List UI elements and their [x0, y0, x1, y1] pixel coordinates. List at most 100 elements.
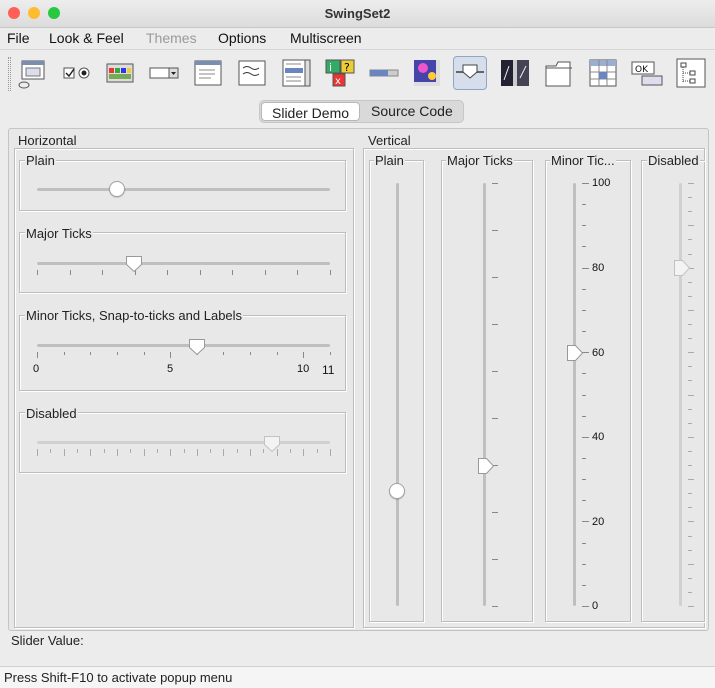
tick-mark — [688, 380, 692, 382]
tick-mark — [688, 606, 694, 607]
list-icon — [282, 59, 311, 87]
h-major-thumb[interactable] — [125, 255, 143, 273]
h-plain-thumb[interactable] — [109, 181, 125, 197]
h-minor-tick-label-0: 0 — [33, 363, 40, 375]
tooltip-button[interactable]: OK — [630, 56, 664, 90]
tick-mark — [492, 559, 498, 560]
tabbed-pane-button[interactable] — [542, 56, 576, 90]
menu-file[interactable]: File — [7, 30, 30, 46]
v-minor-tick-label-80: 80 — [592, 262, 605, 274]
v-minor-panel — [545, 160, 631, 622]
slider-icon — [456, 64, 484, 79]
table-icon — [589, 59, 617, 87]
combobox-icon — [149, 67, 179, 79]
tab-slider-demo[interactable]: Slider Demo — [261, 102, 361, 121]
checkbox-button[interactable] — [60, 56, 94, 90]
tick-mark — [143, 449, 145, 456]
tick-mark — [199, 270, 201, 275]
internal-frame-button[interactable] — [16, 56, 50, 90]
tick-mark — [688, 549, 692, 551]
color-chooser-icon — [106, 63, 134, 83]
tick-mark — [210, 449, 212, 453]
tick-mark — [250, 449, 252, 456]
editor-pane-button[interactable] — [235, 56, 269, 90]
h-minor-thumb[interactable] — [188, 338, 206, 356]
svg-text:OK: OK — [635, 65, 649, 75]
h-minor-track[interactable] — [37, 344, 330, 347]
tick-mark — [582, 457, 586, 459]
menu-multiscreen[interactable]: Multiscreen — [290, 30, 362, 46]
tick-mark — [688, 352, 694, 354]
vertical-title: Vertical — [368, 133, 411, 148]
tick-mark — [130, 449, 132, 453]
v-plain-track[interactable] — [396, 183, 399, 606]
option-pane-icon: i ?x — [325, 59, 355, 87]
menu-bar: File Look & Feel Themes Options Multiscr… — [0, 28, 715, 49]
tick-mark — [196, 449, 198, 456]
status-bar: Press Shift-F10 to activate popup menu — [0, 666, 715, 688]
tick-mark — [170, 449, 172, 456]
split-pane-button[interactable] — [498, 56, 532, 90]
tick-mark — [330, 352, 331, 355]
progress-bar-icon — [369, 69, 399, 77]
combobox-button[interactable] — [147, 56, 181, 90]
tick-mark — [688, 465, 692, 466]
v-minor-tick-label-0: 0 — [592, 600, 599, 612]
h-plain-track[interactable] — [37, 188, 330, 191]
tick-mark — [316, 449, 318, 453]
tick-mark — [688, 183, 694, 184]
tree-icon — [676, 58, 706, 88]
tick-mark — [688, 295, 692, 297]
v-major-thumb[interactable] — [477, 457, 495, 475]
v-minor-track[interactable] — [573, 183, 576, 606]
tick-mark — [492, 418, 498, 419]
tick-mark — [582, 563, 586, 565]
table-button[interactable] — [586, 56, 620, 90]
slider-button[interactable] — [453, 56, 487, 90]
tick-mark — [50, 449, 52, 453]
tick-mark — [688, 591, 692, 593]
menu-options[interactable]: Options — [218, 30, 266, 46]
scroll-pane-button[interactable] — [410, 56, 444, 90]
tick-mark — [582, 246, 586, 248]
v-minor-thumb[interactable] — [566, 344, 584, 362]
option-pane-button[interactable]: i? x — [323, 56, 357, 90]
list-button[interactable] — [279, 56, 313, 90]
progress-bar-button[interactable] — [367, 56, 401, 90]
v-major-track[interactable] — [483, 183, 486, 606]
tick-mark — [688, 281, 692, 283]
v-minor-tick-label-60: 60 — [592, 347, 605, 359]
h-minor-tick-label-11: 11 — [322, 363, 335, 377]
v-plain-label: Plain — [374, 153, 405, 168]
tick-mark — [688, 521, 694, 523]
color-chooser-button[interactable] — [103, 56, 137, 90]
tick-mark — [582, 500, 586, 502]
tick-mark — [688, 225, 694, 227]
tick-mark — [492, 371, 498, 372]
tick-mark — [582, 204, 586, 206]
tick-mark — [303, 352, 305, 358]
v-plain-thumb[interactable] — [389, 483, 405, 499]
h-plain-panel — [19, 160, 346, 211]
toolbar-grip[interactable] — [8, 57, 11, 91]
file-chooser-button[interactable] — [191, 56, 225, 90]
status-text: Press Shift-F10 to activate popup menu — [4, 670, 233, 685]
tick-mark — [63, 449, 65, 456]
tick-mark — [102, 270, 104, 275]
tick-mark — [37, 449, 38, 456]
menu-look-and-feel[interactable]: Look & Feel — [49, 30, 124, 46]
h-disabled-track — [37, 441, 330, 444]
tick-mark — [492, 277, 498, 278]
tab-source-code[interactable]: Source Code — [361, 101, 463, 122]
checkbox-radio-icon — [63, 67, 90, 79]
tick-mark — [167, 270, 169, 275]
tree-button[interactable] — [675, 56, 709, 90]
tick-mark — [90, 449, 92, 456]
tick-mark — [236, 449, 238, 453]
h-major-track[interactable] — [37, 262, 330, 265]
tick-mark — [582, 584, 586, 586]
tick-mark — [582, 521, 589, 523]
internal-frame-icon — [18, 60, 45, 89]
tick-mark — [582, 183, 589, 184]
tick-mark — [223, 352, 225, 355]
